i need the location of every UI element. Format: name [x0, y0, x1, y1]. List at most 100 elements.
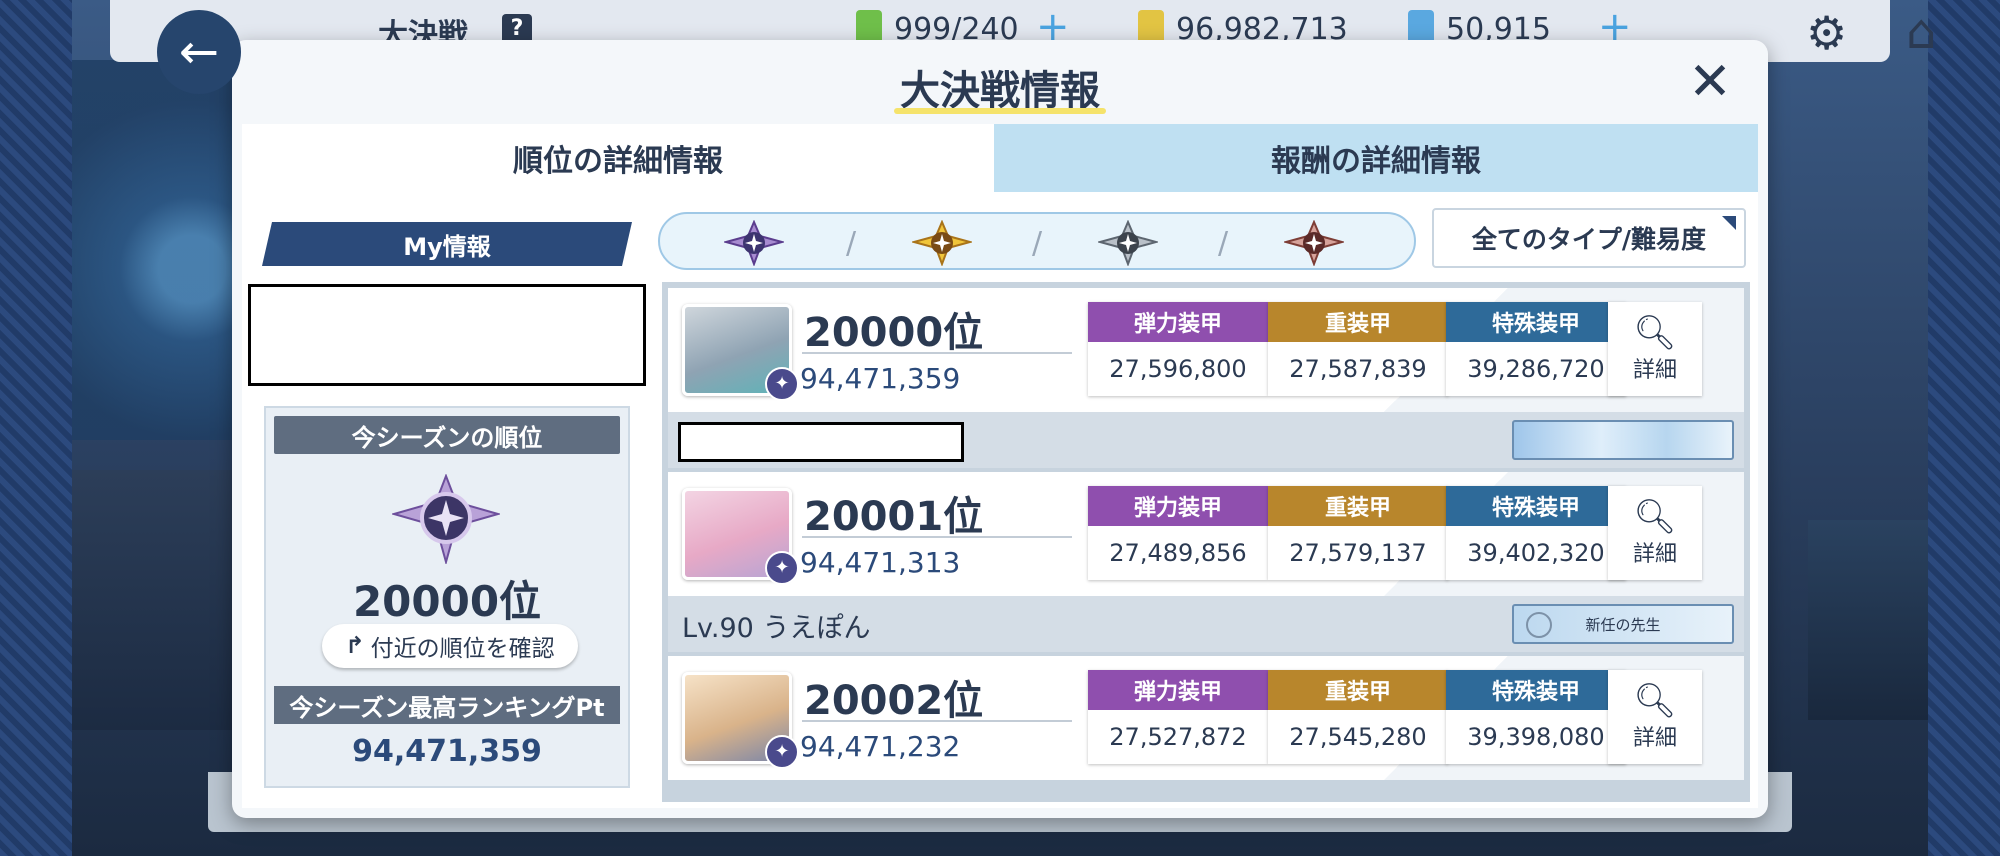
rank-divider — [802, 536, 1072, 538]
search-icon: 🔍︎ — [1633, 313, 1677, 353]
detail-label: 詳細 — [1632, 726, 1677, 751]
difficulty-copper-icon[interactable] — [1284, 220, 1344, 266]
avatar: ✦ — [682, 488, 799, 585]
title-emblem-icon — [1526, 612, 1552, 638]
difficulty-purple-icon[interactable] — [724, 220, 784, 266]
difficulty-badge-icon: ✦ — [765, 551, 799, 585]
title-underline — [894, 108, 1106, 114]
ranking-entry-info: Lv.90 うえぽん 新任の先生 — [668, 596, 1744, 652]
tab-panel: 順位の詳細情報 報酬の詳細情報 My情報 今シーズンの順位 20000位 ↱ 付… — [242, 124, 1758, 808]
type-difficulty-label: 全てのタイプ/難易度 — [1471, 225, 1707, 254]
type-difficulty-dropdown[interactable]: 全てのタイプ/難易度 — [1432, 208, 1746, 268]
ranking-list[interactable]: ✦ 20000位 94,471,359 弾力装甲 27,596,800 重装甲 … — [662, 282, 1750, 802]
detail-label: 詳細 — [1632, 358, 1677, 383]
console-right — [1808, 520, 1928, 720]
check-nearby-rank-label: 付近の順位を確認 — [370, 636, 555, 662]
season-rank-value: 20000位 — [352, 577, 542, 626]
detail-button[interactable]: 🔍︎ 詳細 — [1608, 486, 1702, 580]
difficulty-gold-icon[interactable] — [912, 220, 972, 266]
light-armor-value: 27,489,856 — [1109, 539, 1247, 567]
back-button[interactable]: ← — [157, 10, 241, 94]
dropdown-corner-icon — [1722, 216, 1736, 230]
ap-icon — [856, 10, 882, 44]
heavy-armor-label: 重装甲 — [1268, 670, 1448, 710]
rank-value: 20002位 — [804, 678, 984, 724]
check-nearby-rank-button[interactable]: ↱ 付近の順位を確認 — [322, 624, 578, 668]
avatar: ✦ — [682, 304, 799, 401]
gear-icon[interactable]: ⚙ — [1806, 6, 1847, 60]
special-armor-value: 39,286,720 — [1467, 355, 1605, 383]
special-armor-value: 39,402,320 — [1467, 539, 1605, 567]
search-icon: 🔍︎ — [1633, 497, 1677, 537]
share-arrow-icon: ↱ — [345, 633, 365, 659]
difficulty-emblem-icon — [392, 474, 500, 564]
difficulty-badge-icon: ✦ — [765, 735, 799, 769]
heavy-armor-label: 重装甲 — [1268, 486, 1448, 526]
season-rank-card: 今シーズンの順位 20000位 ↱ 付近の順位を確認 今シーズン最高ランキングP… — [264, 406, 630, 788]
light-armor-score: 弾力装甲 27,527,872 — [1088, 670, 1268, 764]
back-arrow-icon: ← — [178, 24, 220, 80]
rank-details-body: My情報 今シーズンの順位 20000位 ↱ 付近の順位を確認 今シーズン最高ラ… — [242, 192, 1758, 808]
score-value: 94,471,313 — [800, 546, 961, 579]
heavy-armor-value: 27,579,137 — [1289, 539, 1427, 567]
special-armor-label: 特殊装甲 — [1446, 486, 1626, 526]
rank-value: 20000位 — [804, 310, 984, 356]
tab-rank-details[interactable]: 順位の詳細情報 — [242, 124, 994, 192]
title-card-label: 新任の先生 — [1585, 615, 1661, 634]
tab-reward-details[interactable]: 報酬の詳細情報 — [994, 124, 1758, 192]
redacted-name — [678, 422, 964, 462]
heavy-armor-value: 27,545,280 — [1289, 723, 1427, 751]
special-armor-score: 特殊装甲 39,402,320 — [1446, 486, 1626, 580]
ranking-entry-main: ✦ 20001位 94,471,313 弾力装甲 27,489,856 重装甲 … — [668, 472, 1744, 596]
score-value: 94,471,359 — [800, 362, 961, 395]
difficulty-gray-icon[interactable] — [1098, 220, 1158, 266]
difficulty-badge-icon: ✦ — [765, 367, 799, 401]
season-rank-label: 今シーズンの順位 — [274, 416, 620, 454]
search-icon: 🔍︎ — [1633, 681, 1677, 721]
difficulty-filter-bar: / / / — [658, 212, 1416, 270]
light-armor-label: 弾力装甲 — [1088, 302, 1268, 342]
title-card-image — [1512, 420, 1734, 460]
credit-icon — [1138, 10, 1164, 44]
title-card: 新任の先生 — [1512, 604, 1734, 644]
heavy-armor-score: 重装甲 27,579,137 — [1268, 486, 1448, 580]
special-armor-score: 特殊装甲 39,286,720 — [1446, 302, 1626, 396]
light-armor-label: 弾力装甲 — [1088, 670, 1268, 710]
special-armor-label: 特殊装甲 — [1446, 670, 1626, 710]
home-icon[interactable]: ⌂ — [1906, 4, 1936, 60]
detail-label: 詳細 — [1632, 542, 1677, 567]
special-armor-score: 特殊装甲 39,398,080 — [1446, 670, 1626, 764]
player-name: Lv.90 うえぽん — [682, 613, 871, 644]
heavy-armor-label: 重装甲 — [1268, 302, 1448, 342]
filter-separator: / — [1218, 226, 1229, 261]
light-armor-score: 弾力装甲 27,596,800 — [1088, 302, 1268, 396]
detail-button[interactable]: 🔍︎ 詳細 — [1608, 302, 1702, 396]
light-armor-value: 27,596,800 — [1109, 355, 1247, 383]
special-armor-value: 39,398,080 — [1467, 723, 1605, 751]
gem-icon — [1408, 10, 1434, 44]
ranking-entry-info — [668, 412, 1744, 468]
rank-divider — [802, 720, 1072, 722]
ranking-entry-main: ✦ 20000位 94,471,359 弾力装甲 27,596,800 重装甲 … — [668, 288, 1744, 412]
light-armor-label: 弾力装甲 — [1088, 486, 1268, 526]
redacted-profile — [248, 284, 646, 386]
close-icon[interactable]: ✕ — [1682, 54, 1738, 110]
score-value: 94,471,232 — [800, 730, 961, 763]
ranking-entry-main: ✦ 20002位 94,471,232 弾力装甲 27,527,872 重装甲 … — [668, 656, 1744, 780]
my-info-header: My情報 — [262, 222, 632, 266]
avatar: ✦ — [682, 672, 799, 769]
best-ranking-pt-label: 今シーズン最高ランキングPt — [274, 686, 620, 724]
special-armor-label: 特殊装甲 — [1446, 302, 1626, 342]
rank-value: 20001位 — [804, 494, 984, 540]
best-ranking-pt-value: 94,471,359 — [352, 734, 542, 769]
rank-divider — [802, 352, 1072, 354]
heavy-armor-score: 重装甲 27,545,280 — [1268, 670, 1448, 764]
raid-info-modal: 大決戦情報 ✕ 順位の詳細情報 報酬の詳細情報 My情報 今シーズンの順位 20… — [232, 40, 1768, 818]
detail-button[interactable]: 🔍︎ 詳細 — [1608, 670, 1702, 764]
heavy-armor-value: 27,587,839 — [1289, 355, 1427, 383]
light-armor-value: 27,527,872 — [1109, 723, 1247, 751]
filter-separator: / — [846, 226, 857, 261]
light-armor-score: 弾力装甲 27,489,856 — [1088, 486, 1268, 580]
heavy-armor-score: 重装甲 27,587,839 — [1268, 302, 1448, 396]
filter-separator: / — [1032, 226, 1043, 261]
